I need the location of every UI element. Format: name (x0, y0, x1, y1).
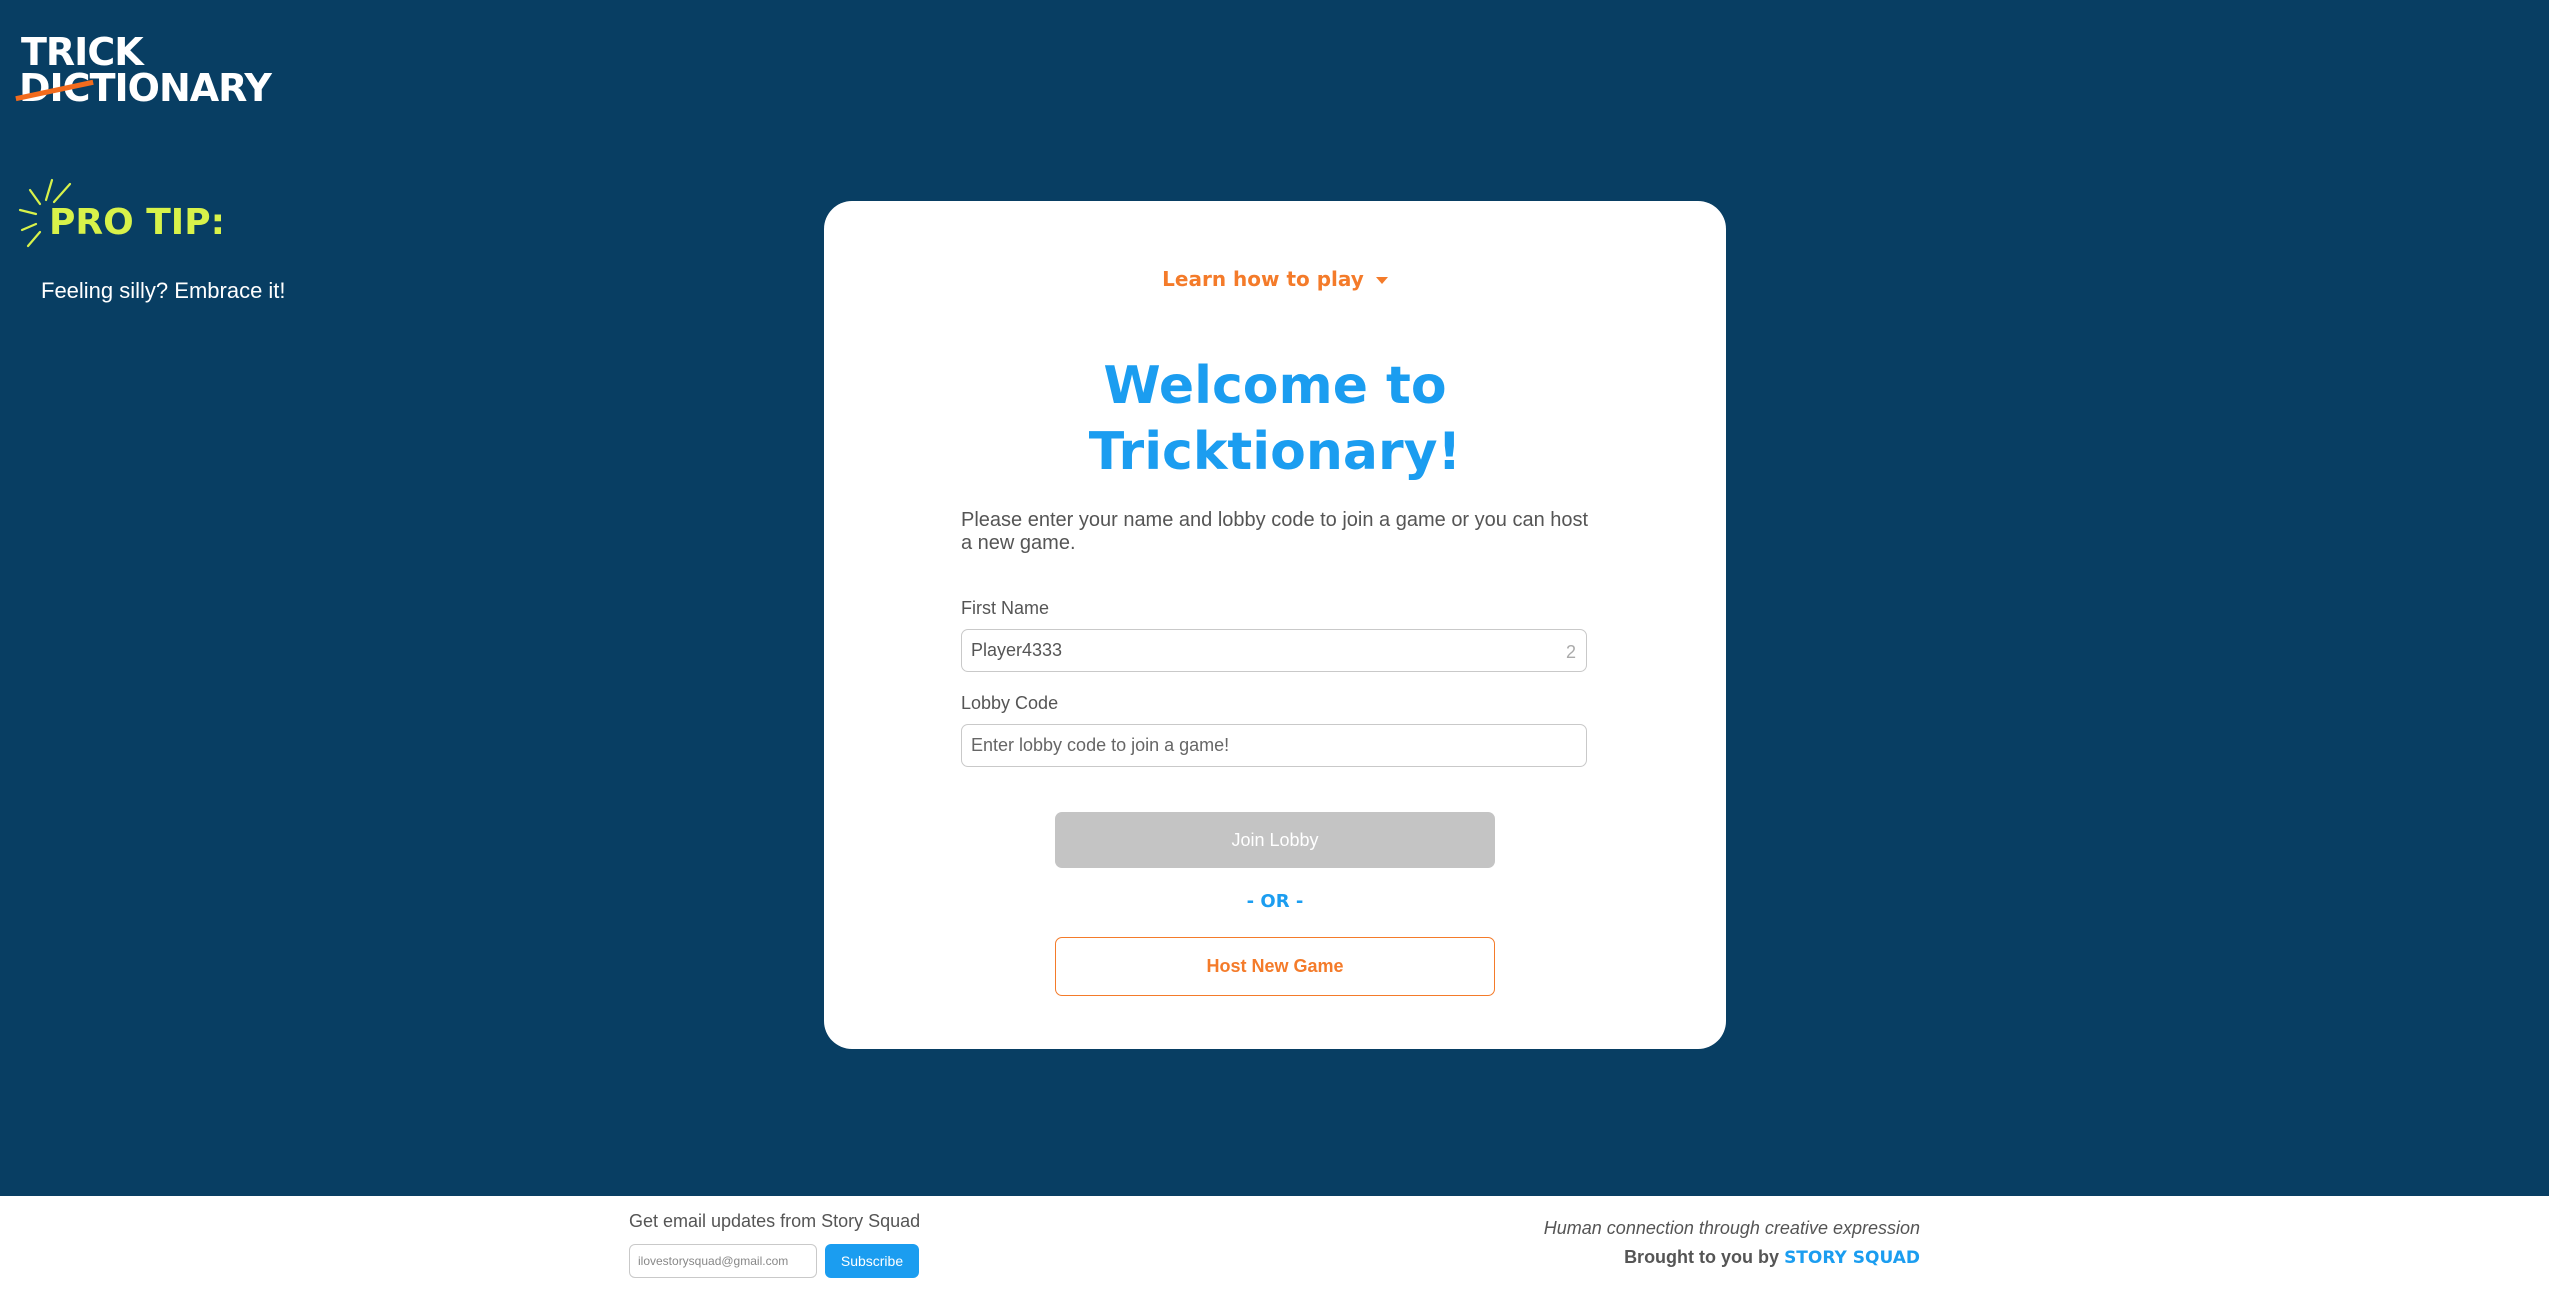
first-name-input[interactable] (971, 630, 1531, 671)
welcome-card: Learn how to play Welcome to Tricktionar… (824, 201, 1726, 1049)
lobby-code-field[interactable] (961, 724, 1587, 767)
email-updates-label: Get email updates from Story Squad (629, 1211, 921, 1231)
pro-tip-title: PRO TIP: (49, 202, 225, 243)
lobby-code-input[interactable] (971, 725, 1531, 766)
brought-to-you-by: Brought to you by STORY SQUAD (1500, 1247, 1920, 1268)
footer-newsletter: Get email updates from Story Squad Subsc… (629, 1211, 921, 1278)
learn-link-label: Learn how to play (1162, 267, 1364, 291)
join-lobby-button[interactable]: Join Lobby (1055, 812, 1495, 868)
footer-credits: Human connection through creative expres… (1500, 1218, 1920, 1268)
first-name-field[interactable]: 2 (961, 629, 1587, 672)
logo-line2: DICTIONARY (19, 66, 272, 110)
email-input[interactable] (629, 1244, 817, 1278)
welcome-line2: Tricktionary! (1088, 422, 1462, 482)
or-divider: - OR - (1246, 891, 1304, 912)
char-count: 2 (1565, 642, 1576, 662)
caret-down-icon (1375, 277, 1388, 284)
host-new-game-button[interactable]: Host New Game (1055, 937, 1495, 996)
first-name-label: First Name (961, 598, 1050, 618)
welcome-line1: Welcome to (1103, 356, 1447, 416)
logo-strikethrough: DIC (19, 66, 91, 110)
footer-tagline: Human connection through creative expres… (1543, 1218, 1920, 1238)
main-area: TRICK DICTIONARY PRO TIP: Feeling silly?… (0, 0, 2549, 1196)
logo-line2-rest: TIONARY (89, 66, 272, 110)
lobby-code-label: Lobby Code (961, 693, 1059, 713)
pro-tip-text: Feeling silly? Embrace it! (41, 278, 286, 303)
subscribe-button[interactable]: Subscribe (825, 1244, 919, 1278)
welcome-heading: Welcome to Tricktionary! (824, 353, 1726, 485)
story-squad-link[interactable]: STORY SQUAD (1784, 1248, 1920, 1268)
intro-text: Please enter your name and lobby code to… (961, 509, 1589, 554)
learn-how-to-play-link[interactable]: Learn how to play (824, 267, 1726, 291)
tricktionary-logo[interactable]: TRICK DICTIONARY (19, 30, 272, 110)
brought-by-label: Brought to you by (1624, 1247, 1780, 1267)
